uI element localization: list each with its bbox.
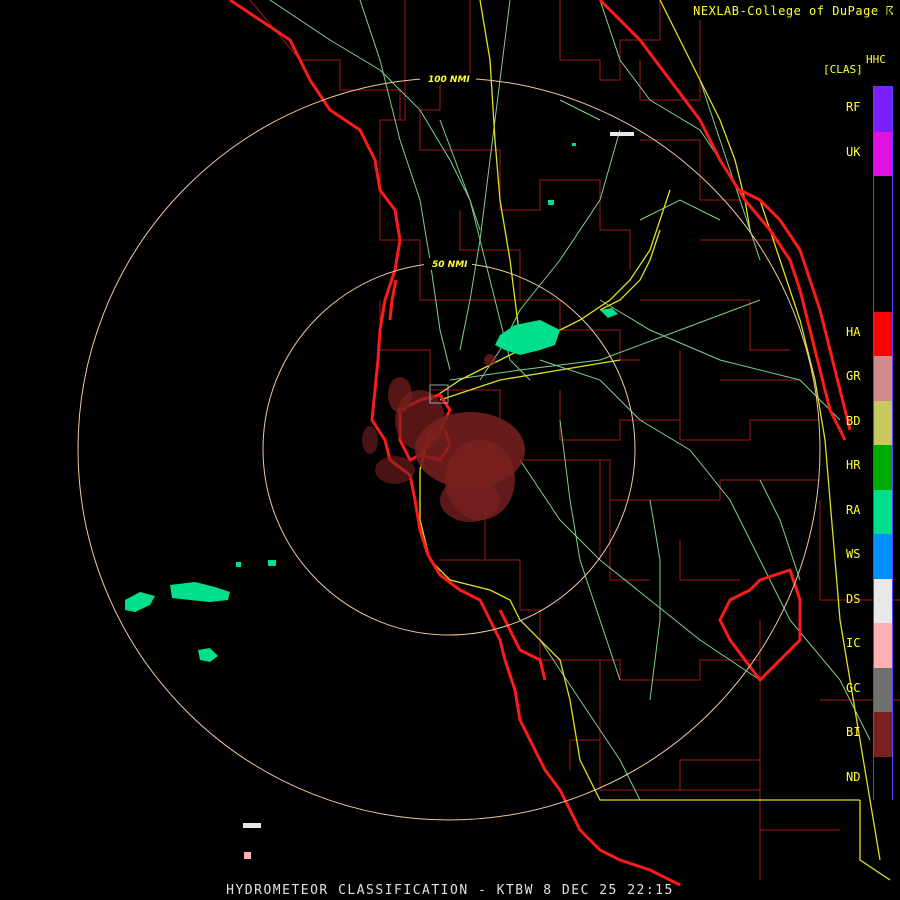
coastline: [229, 0, 852, 887]
legend-label-gc: GC: [846, 680, 861, 695]
credit-label: NEXLAB-College of DuPage ☈: [693, 4, 894, 18]
legend-label-ha: HA: [846, 324, 861, 339]
legend-label-uk: UK: [846, 144, 861, 159]
legend-label-ra: RA: [846, 502, 861, 517]
legend-label-ds: DS: [846, 591, 861, 606]
legend-swatch-hr: [874, 445, 892, 490]
legend-swatch-uk: [874, 131, 892, 176]
ring-50-label: 50 NMI: [432, 260, 468, 270]
legend-label-bd: BD: [846, 413, 861, 428]
biological-clutter: [362, 354, 525, 522]
roads: [269, 0, 871, 801]
legend-swatch-ds: [874, 578, 892, 623]
county-lines: [249, 0, 900, 880]
legend-swatch-bi: [874, 712, 892, 757]
legend-swatch-rf: [874, 87, 892, 132]
color-legend: [873, 86, 893, 801]
legend-label-ic: IC: [846, 636, 861, 651]
legend-swatch-bd: [874, 400, 892, 445]
legend-product: HHC: [866, 53, 886, 66]
ice-crystal-echoes: [244, 852, 251, 859]
legend-label-ws: WS: [846, 547, 861, 562]
legend-label-hr: HR: [846, 458, 861, 473]
legend-swatch-nd: [874, 756, 892, 801]
legend-swatch-gc: [874, 667, 892, 712]
legend-swatch-ws: [874, 534, 892, 579]
rain-echoes: [125, 143, 618, 662]
legend-units: [CLAS]: [823, 63, 863, 76]
legend-swatch-ra: [874, 489, 892, 534]
legend-label-nd: ND: [846, 769, 861, 784]
legend-label-rf: RF: [846, 100, 861, 115]
radar-map: 50 NMI 100 NMI: [77, 0, 900, 887]
legend-label-bi: BI: [846, 725, 861, 740]
product-title: HYDROMETEOR CLASSIFICATION - KTBW 8 DEC …: [226, 883, 674, 898]
legend-swatch-gr: [874, 356, 892, 401]
ring-100-label: 100 NMI: [428, 75, 470, 85]
legend-label-gr: GR: [846, 369, 861, 384]
legend-swatch-ha: [874, 311, 892, 356]
legend-swatch-ic: [874, 623, 892, 668]
